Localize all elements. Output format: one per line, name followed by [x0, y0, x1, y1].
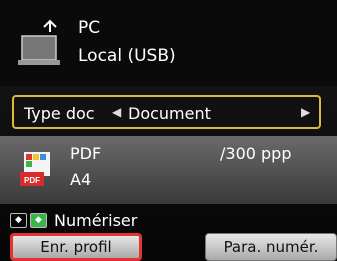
black-start-icon: ◆: [10, 213, 27, 228]
doc-type-selector[interactable]: Type doc ◀ Document ▶: [12, 95, 321, 129]
resolution: /300 ppp: [220, 144, 292, 163]
pdf-file-icon: PDF: [20, 152, 50, 186]
scan-settings-panel[interactable]: PDF PDF /300 ppp A4: [0, 136, 337, 204]
triangle-left-icon[interactable]: ◀: [112, 105, 121, 119]
file-format: PDF: [70, 144, 102, 163]
paper-size: A4: [70, 170, 92, 189]
laptop-icon: [18, 19, 60, 65]
svg-text:PDF: PDF: [24, 176, 40, 185]
doc-type-label: Type doc: [24, 104, 95, 123]
scan-settings-button[interactable]: Para. numér.: [205, 233, 337, 261]
triangle-right-icon[interactable]: ▶: [301, 105, 310, 119]
save-profile-button[interactable]: Enr. profil: [10, 233, 142, 261]
destination-connection: Local (USB): [78, 46, 176, 66]
printer-screen: PC Local (USB) Type doc ◀ Document ▶ PDF…: [0, 0, 337, 261]
start-hint-row: ◆ ◆ Numériser: [0, 210, 337, 232]
color-start-icon: ◆: [30, 213, 47, 228]
doc-type-value: Document: [128, 104, 211, 123]
destination-name: PC: [78, 18, 101, 38]
start-hint-text: Numériser: [54, 211, 138, 230]
destination-row[interactable]: PC Local (USB): [0, 0, 337, 86]
